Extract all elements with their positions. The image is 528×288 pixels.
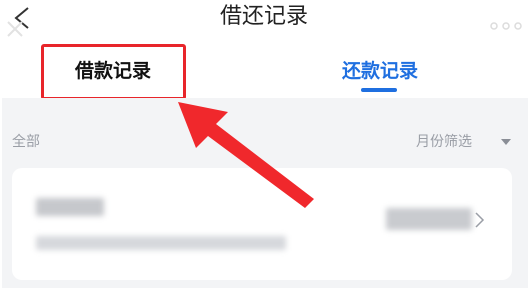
annotation-arrow-icon [178,102,314,208]
